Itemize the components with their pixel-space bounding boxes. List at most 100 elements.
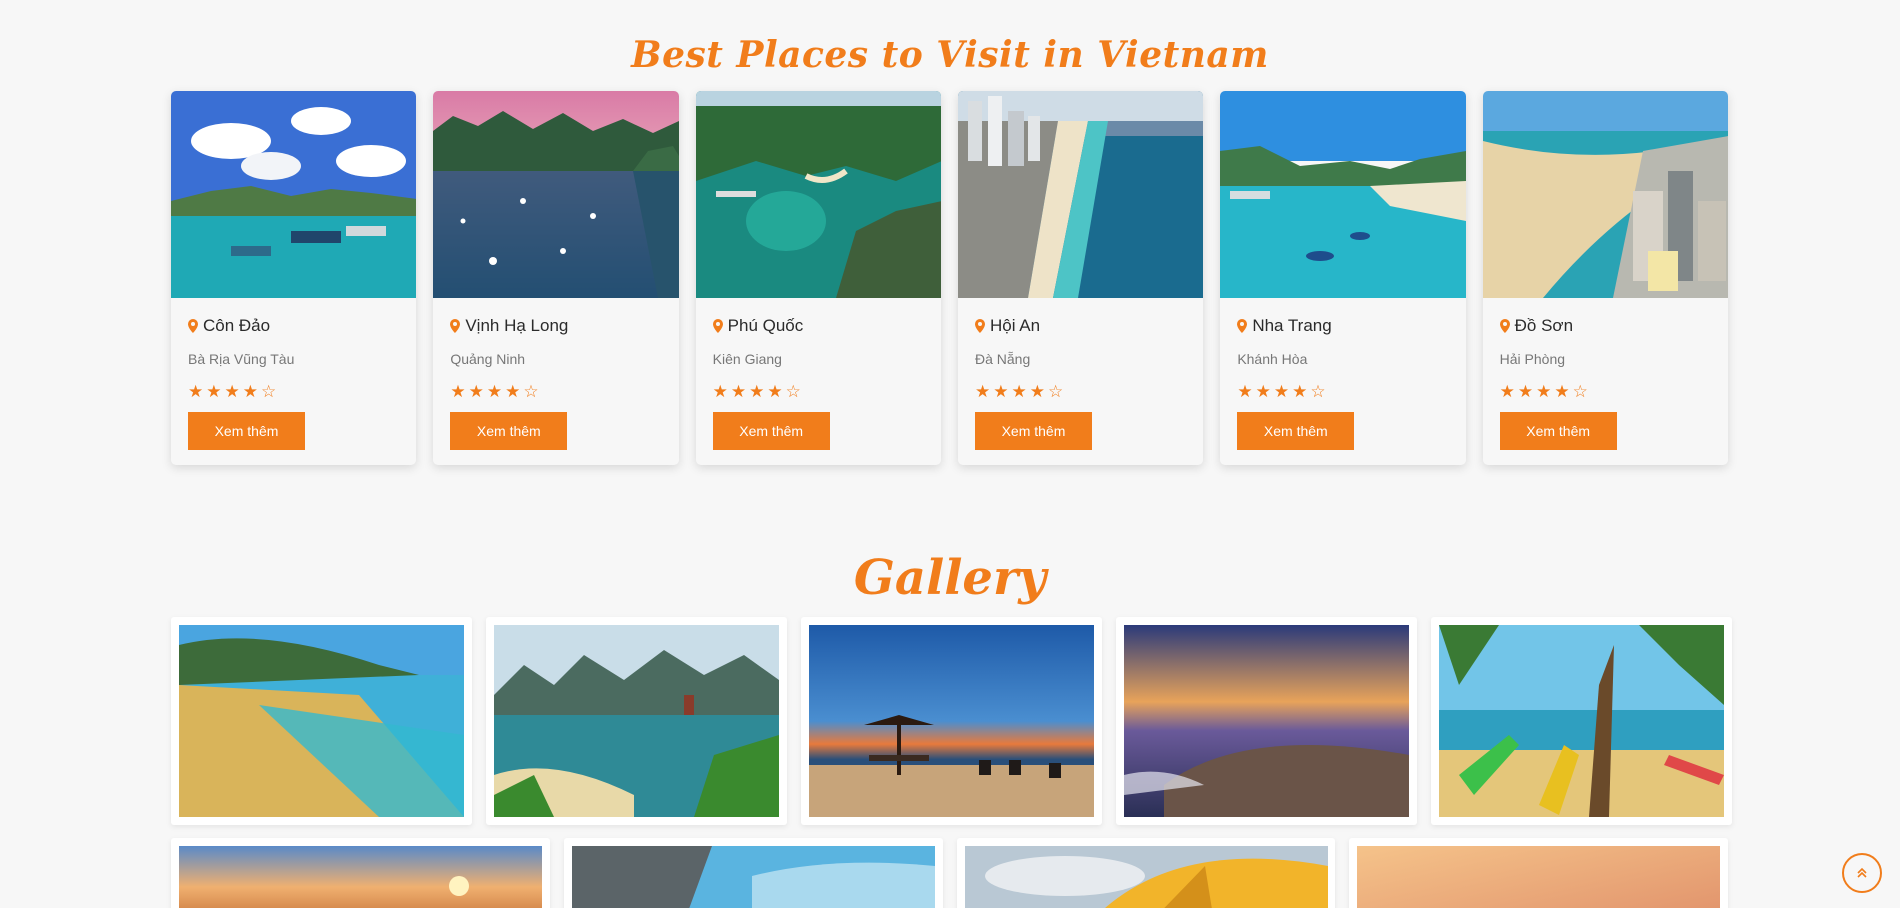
star-filled-icon: ★	[730, 382, 747, 401]
star-empty-icon: ☆	[785, 382, 801, 401]
star-empty-icon: ☆	[523, 382, 539, 401]
place-name: Vịnh Hạ Long	[450, 316, 568, 336]
place-photo	[1482, 91, 1728, 298]
star-filled-icon: ★	[1292, 382, 1308, 401]
scroll-to-top-button[interactable]	[1842, 853, 1882, 893]
gallery-photo	[571, 846, 935, 908]
rating-stars: ★ ★ ★ ★ ☆	[975, 383, 1063, 400]
see-more-button[interactable]: Xem thêm	[188, 412, 305, 450]
place-photo	[433, 91, 679, 298]
see-more-button[interactable]: Xem thêm	[450, 412, 568, 450]
star-filled-icon: ★	[188, 382, 204, 401]
gallery-photo	[1439, 625, 1724, 817]
star-filled-icon: ★	[749, 382, 765, 401]
place-card: Phú Quốc Kiên Giang ★ ★ ★ ★ ☆ Xem thêm	[695, 91, 941, 465]
place-name-label: Vịnh Hạ Long	[465, 316, 569, 335]
place-region: Khánh Hòa	[1237, 351, 1308, 367]
place-name-label: Côn Đảo	[203, 316, 271, 335]
place-region: Quảng Ninh	[450, 351, 526, 367]
gallery-photo	[1124, 625, 1409, 817]
star-filled-icon: ★	[974, 382, 991, 401]
see-more-button[interactable]: Xem thêm	[712, 412, 830, 450]
gallery-item[interactable]	[486, 617, 787, 825]
place-card: Hội An Đà Nẵng ★ ★ ★ ★ ☆ Xem thêm	[957, 91, 1204, 465]
star-filled-icon: ★	[1554, 382, 1570, 401]
star-filled-icon: ★	[450, 382, 466, 401]
rating-stars: ★ ★ ★ ★ ☆	[188, 383, 276, 400]
star-filled-icon: ★	[1011, 382, 1027, 401]
star-filled-icon: ★	[468, 382, 484, 401]
star-filled-icon: ★	[505, 382, 521, 401]
place-name-label: Phú Quốc	[727, 316, 804, 335]
star-empty-icon: ☆	[261, 382, 277, 401]
star-filled-icon: ★	[712, 382, 728, 401]
place-card: Nha Trang Khánh Hòa ★ ★ ★ ★ ☆ Xem thêm	[1220, 91, 1466, 465]
chevron-double-up-icon	[1857, 867, 1867, 878]
star-filled-icon: ★	[1255, 382, 1271, 401]
rating-stars: ★ ★ ★ ★ ☆	[450, 383, 538, 400]
gallery-row	[171, 838, 1728, 908]
gallery-photo	[494, 625, 779, 817]
see-more-button[interactable]: Xem thêm	[974, 412, 1092, 450]
place-name: Phú Quốc	[712, 316, 804, 336]
star-filled-icon: ★	[1237, 382, 1253, 401]
map-pin-icon	[1237, 319, 1248, 333]
gallery-item[interactable]	[1431, 617, 1732, 825]
place-photo	[957, 91, 1204, 298]
gallery-item[interactable]	[171, 838, 550, 908]
places-card-list: Côn Đảo Bà Rịa Vũng Tàu ★ ★ ★ ★ ☆ Xem thêm V…	[171, 91, 1728, 465]
gallery-photo	[964, 846, 1328, 908]
place-photo	[695, 91, 941, 298]
star-filled-icon: ★	[1499, 382, 1515, 401]
star-filled-icon: ★	[1517, 382, 1534, 401]
star-filled-icon: ★	[767, 382, 783, 401]
see-more-button[interactable]: Xem thêm	[1499, 412, 1617, 450]
star-filled-icon: ★	[206, 382, 222, 401]
gallery-item[interactable]	[563, 838, 943, 908]
place-card: Côn Đảo Bà Rịa Vũng Tàu ★ ★ ★ ★ ☆ Xem thêm	[171, 91, 417, 465]
star-filled-icon: ★	[993, 382, 1009, 401]
gallery-item[interactable]	[171, 617, 472, 825]
place-name-label: Hội An	[989, 316, 1041, 335]
place-region: Đà Nẵng	[974, 351, 1031, 367]
star-filled-icon: ★	[242, 382, 258, 401]
place-name-label: Nha Trang	[1252, 316, 1332, 335]
star-filled-icon: ★	[1029, 382, 1045, 401]
gallery-item[interactable]	[956, 838, 1336, 908]
gallery-item[interactable]	[1349, 838, 1728, 908]
star-empty-icon: ☆	[1047, 382, 1064, 401]
place-photo	[1220, 91, 1466, 298]
star-empty-icon: ☆	[1310, 382, 1326, 401]
map-pin-icon	[712, 319, 723, 333]
star-filled-icon: ★	[1536, 382, 1552, 401]
see-more-button[interactable]: Xem thêm	[1237, 412, 1355, 450]
place-name: Nha Trang	[1237, 316, 1332, 336]
place-photo	[171, 91, 417, 298]
place-name: Côn Đảo	[188, 316, 270, 336]
gallery-row	[171, 617, 1732, 825]
gallery-photo	[179, 846, 542, 908]
gallery-photo	[179, 625, 464, 817]
gallery-item[interactable]	[1116, 617, 1417, 825]
place-card: Vịnh Hạ Long Quảng Ninh ★ ★ ★ ★ ☆ Xem thêm	[433, 91, 679, 465]
place-region: Bà Rịa Vũng Tàu	[188, 351, 295, 367]
place-region: Hải Phòng	[1499, 351, 1566, 367]
map-pin-icon	[188, 319, 198, 333]
star-filled-icon: ★	[486, 382, 503, 401]
rating-stars: ★ ★ ★ ★ ☆	[1500, 383, 1588, 400]
place-name-label: Đồ Sơn	[1514, 316, 1574, 335]
star-empty-icon: ☆	[1572, 382, 1588, 401]
place-region: Kiên Giang	[712, 351, 782, 367]
gallery-item[interactable]	[801, 617, 1102, 825]
place-name: Hội An	[974, 316, 1041, 336]
places-section-title: Best Places to Visit in Vietnam	[631, 34, 1269, 76]
rating-stars: ★ ★ ★ ★ ☆	[1237, 383, 1325, 400]
map-pin-icon	[450, 319, 461, 333]
gallery-photo	[809, 625, 1094, 817]
gallery-section-title: Gallery	[853, 550, 1047, 606]
place-name: Đồ Sơn	[1499, 316, 1574, 336]
gallery-photo	[1357, 846, 1721, 908]
star-filled-icon: ★	[224, 382, 240, 401]
star-filled-icon: ★	[1273, 382, 1290, 401]
map-pin-icon	[1499, 319, 1510, 333]
